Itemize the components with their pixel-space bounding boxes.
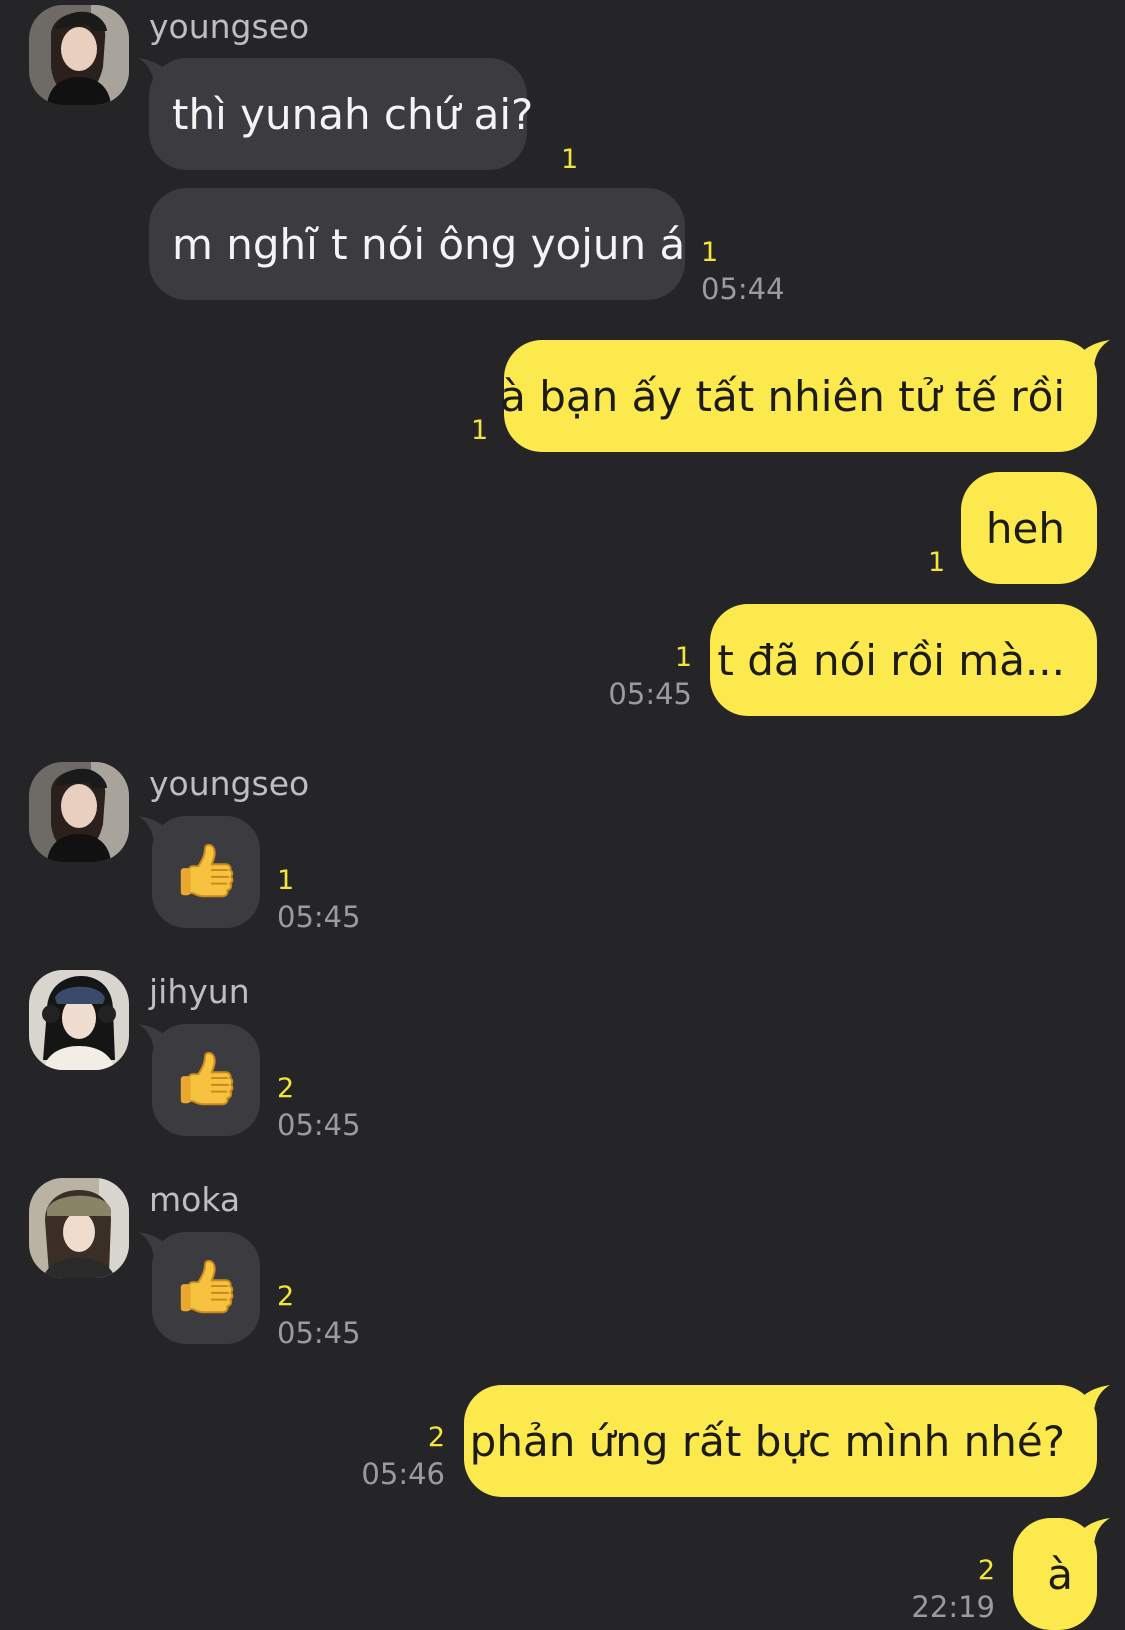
timestamp: 05:45 bbox=[277, 900, 361, 934]
sender-name: moka bbox=[149, 1180, 241, 1219]
thumbs-up-icon bbox=[175, 841, 237, 903]
avatar-jihyun[interactable] bbox=[29, 970, 129, 1070]
unread-count: 1 bbox=[928, 547, 946, 578]
message-text: phản ứng rất bực mình nhé? bbox=[469, 1416, 1065, 1466]
avatar-youngseo[interactable] bbox=[29, 762, 129, 862]
unread-count: 1 bbox=[561, 144, 579, 175]
message-bubble[interactable]: t đã nói rồi mà... bbox=[710, 604, 1097, 716]
avatar-photo-icon bbox=[29, 762, 129, 862]
message-bubble[interactable]: heh bbox=[961, 472, 1097, 584]
timestamp: 05:45 bbox=[277, 1108, 361, 1142]
avatar-youngseo[interactable] bbox=[29, 5, 129, 105]
sender-name: youngseo bbox=[149, 7, 310, 46]
avatar-photo-icon bbox=[29, 1178, 129, 1278]
message-text: à bbox=[1047, 1549, 1073, 1599]
message-bubble[interactable]: à bạn ấy tất nhiên tử tế rồi bbox=[500, 340, 1097, 452]
message-bubble[interactable]: m nghĩ t nói ông yojun á bbox=[149, 188, 685, 300]
message-bubble[interactable]: phản ứng rất bực mình nhé? bbox=[464, 1385, 1097, 1497]
message-bubble[interactable] bbox=[152, 1232, 260, 1344]
avatar-moka[interactable] bbox=[29, 1178, 129, 1278]
unread-count: 2 bbox=[427, 1422, 445, 1453]
sender-name: youngseo bbox=[149, 764, 310, 803]
avatar-photo-icon bbox=[29, 970, 129, 1070]
message-text: heh bbox=[985, 503, 1065, 553]
message-text: t đã nói rồi mà... bbox=[717, 635, 1065, 685]
unread-count: 2 bbox=[277, 1073, 295, 1104]
unread-count: 2 bbox=[977, 1555, 995, 1586]
message-bubble[interactable]: à bbox=[1013, 1518, 1097, 1630]
thumbs-up-icon bbox=[175, 1257, 237, 1319]
message-text: m nghĩ t nói ông yojun á bbox=[172, 219, 686, 269]
message-text: à bạn ấy tất nhiên tử tế rồi bbox=[500, 371, 1065, 421]
timestamp: 05:44 bbox=[701, 272, 785, 306]
unread-count: 2 bbox=[277, 1281, 295, 1312]
unread-count: 1 bbox=[277, 865, 295, 896]
unread-count: 1 bbox=[471, 415, 489, 446]
avatar-photo-icon bbox=[29, 5, 129, 105]
message-bubble[interactable] bbox=[152, 1024, 260, 1136]
timestamp: 05:45 bbox=[608, 677, 692, 711]
timestamp: 05:45 bbox=[277, 1316, 361, 1350]
message-bubble[interactable] bbox=[152, 816, 260, 928]
timestamp: 05:46 bbox=[361, 1457, 445, 1491]
message-text: thì yunah chứ ai? bbox=[172, 89, 534, 139]
thumbs-up-icon bbox=[175, 1049, 237, 1111]
unread-count: 1 bbox=[701, 237, 719, 268]
unread-count: 1 bbox=[674, 642, 692, 673]
sender-name: jihyun bbox=[149, 972, 250, 1011]
timestamp: 22:19 bbox=[911, 1590, 995, 1624]
message-bubble[interactable]: thì yunah chứ ai? bbox=[149, 58, 533, 170]
